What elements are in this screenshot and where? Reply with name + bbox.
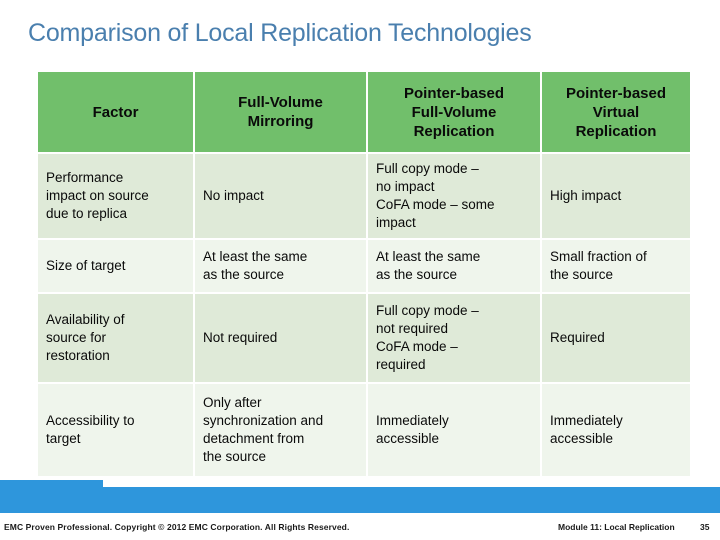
cell-line: Availability of bbox=[46, 312, 125, 327]
cell-line: as the source bbox=[376, 267, 458, 282]
cell-line: CoFA mode – some bbox=[376, 197, 495, 212]
table-row: Size of target At least the same as the … bbox=[38, 240, 690, 292]
cell-line: Immediately bbox=[550, 413, 623, 428]
cell-line: High impact bbox=[550, 188, 622, 203]
cell-line: due to replica bbox=[46, 206, 128, 221]
column-header-full-volume-mirroring: Full-Volume Mirroring bbox=[195, 72, 366, 152]
cell-line: accessible bbox=[550, 431, 614, 446]
cell-pbvr-accessibility-to-target: Immediately accessible bbox=[542, 384, 690, 476]
column-header-pbvr-line1: Pointer-based bbox=[565, 84, 667, 102]
cell-line: required bbox=[376, 357, 426, 372]
cell-pbvr-size-of-target: Small fraction of the source bbox=[542, 240, 690, 292]
column-header-factor: Factor bbox=[38, 72, 193, 152]
cell-fvm-performance-impact: No impact bbox=[195, 154, 366, 238]
cell-line: the source bbox=[203, 449, 267, 464]
cell-line: Performance bbox=[46, 170, 124, 185]
cell-line: impact bbox=[376, 215, 416, 230]
footer-module-label: Module 11: Local Replication bbox=[558, 522, 675, 532]
cell-pbfvr-accessibility-to-target: Immediately accessible bbox=[368, 384, 540, 476]
column-header-pbfvr-line1: Pointer-based bbox=[403, 84, 505, 102]
column-header-fvm-line2: Mirroring bbox=[247, 113, 314, 130]
table-header-row: Factor Full-Volume Mirroring Pointer-bas… bbox=[38, 72, 690, 152]
cell-line: target bbox=[46, 431, 81, 446]
cell-fvm-accessibility-to-target: Only after synchronization and detachmen… bbox=[195, 384, 366, 476]
cell-pbvr-performance-impact: High impact bbox=[542, 154, 690, 238]
cell-line: impact on source bbox=[46, 188, 149, 203]
cell-line: Size of target bbox=[46, 258, 126, 273]
cell-factor-size-of-target: Size of target bbox=[38, 240, 193, 292]
cell-factor-performance-impact: Performance impact on source due to repl… bbox=[38, 154, 193, 238]
footer-bar bbox=[0, 487, 720, 513]
column-header-pbfvr-line3: Replication bbox=[413, 122, 495, 140]
column-header-fvm-line1: Full-Volume bbox=[238, 94, 323, 111]
cell-line: detachment from bbox=[203, 431, 305, 446]
cell-factor-accessibility-to-target: Accessibility to target bbox=[38, 384, 193, 476]
cell-line: the source bbox=[550, 267, 614, 282]
column-header-pointer-based-full-volume-replication: Pointer-based Full-Volume Replication bbox=[368, 72, 540, 152]
cell-line: CoFA mode – bbox=[376, 339, 458, 354]
cell-line: synchronization and bbox=[203, 413, 324, 428]
cell-fvm-availability-of-source: Not required bbox=[195, 294, 366, 382]
table-body: Performance impact on source due to repl… bbox=[38, 154, 690, 476]
cell-fvm-size-of-target: At least the same as the source bbox=[195, 240, 366, 292]
cell-pbfvr-availability-of-source: Full copy mode – not required CoFA mode … bbox=[368, 294, 540, 382]
cell-line: Not required bbox=[203, 330, 278, 345]
table-row: Availability of source for restoration N… bbox=[38, 294, 690, 382]
cell-line: no impact bbox=[376, 179, 435, 194]
cell-pbfvr-size-of-target: At least the same as the source bbox=[368, 240, 540, 292]
footer-slide-number: 35 bbox=[700, 522, 710, 532]
cell-line: Only after bbox=[203, 395, 262, 410]
cell-line: not required bbox=[376, 321, 449, 336]
footer-accent-notch bbox=[0, 480, 103, 487]
column-header-factor-label: Factor bbox=[92, 103, 139, 121]
table-row: Performance impact on source due to repl… bbox=[38, 154, 690, 238]
cell-pbfvr-performance-impact: Full copy mode – no impact CoFA mode – s… bbox=[368, 154, 540, 238]
cell-line: Full copy mode – bbox=[376, 303, 479, 318]
cell-line: Full copy mode – bbox=[376, 161, 479, 176]
cell-line: At least the same bbox=[203, 249, 308, 264]
cell-line: At least the same bbox=[376, 249, 481, 264]
cell-line: Required bbox=[550, 330, 605, 345]
page-title: Comparison of Local Replication Technolo… bbox=[28, 19, 532, 47]
cell-line: source for bbox=[46, 330, 107, 345]
cell-line: No impact bbox=[203, 188, 264, 203]
cell-line: Accessibility to bbox=[46, 413, 135, 428]
column-header-pbvr-line3: Replication bbox=[575, 122, 657, 140]
column-header-pointer-based-virtual-replication: Pointer-based Virtual Replication bbox=[542, 72, 690, 152]
table-row: Accessibility to target Only after synch… bbox=[38, 384, 690, 476]
cell-line: Small fraction of bbox=[550, 249, 647, 264]
column-header-pbvr-line2: Virtual bbox=[592, 103, 640, 121]
comparison-table: Factor Full-Volume Mirroring Pointer-bas… bbox=[36, 70, 692, 478]
cell-line: accessible bbox=[376, 431, 440, 446]
cell-line: as the source bbox=[203, 267, 285, 282]
footer-copyright: EMC Proven Professional. Copyright © 201… bbox=[4, 522, 350, 532]
cell-line: restoration bbox=[46, 348, 110, 363]
cell-line: Immediately bbox=[376, 413, 449, 428]
column-header-pbfvr-line2: Full-Volume bbox=[411, 103, 497, 121]
table-header: Factor Full-Volume Mirroring Pointer-bas… bbox=[38, 72, 690, 152]
cell-pbvr-availability-of-source: Required bbox=[542, 294, 690, 382]
cell-factor-availability-of-source: Availability of source for restoration bbox=[38, 294, 193, 382]
